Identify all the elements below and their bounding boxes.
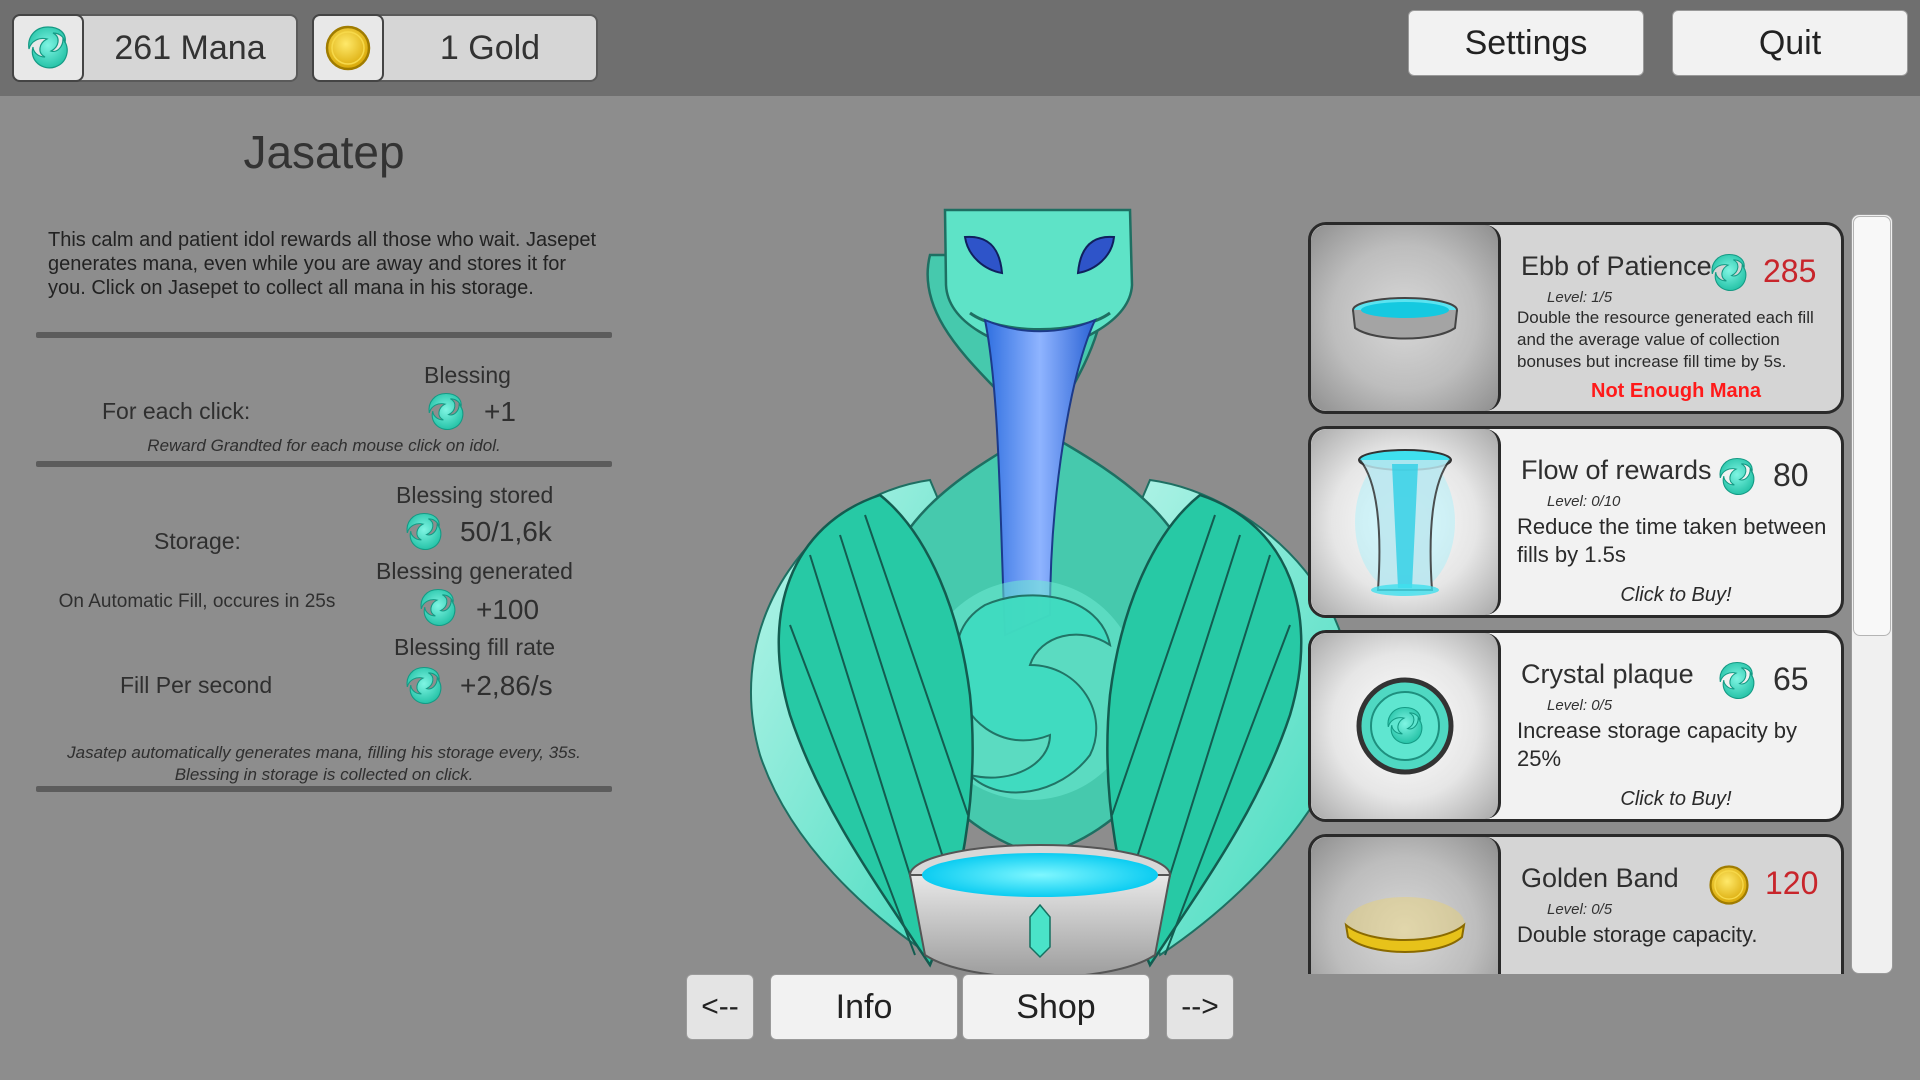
item-name: Crystal plaque xyxy=(1521,659,1694,689)
item-price: 285 xyxy=(1763,253,1817,289)
fill-rate-value: +2,86/s xyxy=(460,670,553,701)
mana-swirl-icon xyxy=(23,23,73,73)
item-status: Click to Buy! xyxy=(1620,584,1732,606)
item-description: Double the resource generated each fill … xyxy=(1517,308,1814,371)
top-bar: 261 Mana 1 Gold Settings Quit xyxy=(0,0,1920,96)
storage-label: Storage: xyxy=(154,528,241,554)
info-tab-button[interactable]: Info xyxy=(770,974,958,1040)
blessing-generated-header: Blessing generated xyxy=(376,558,573,584)
mana-swirl-icon xyxy=(1715,455,1759,499)
divider xyxy=(36,332,612,338)
item-level: Level: 1/5 xyxy=(1547,289,1613,306)
item-description: Double storage capacity. xyxy=(1517,922,1758,947)
shop-item-flow-of-rewards[interactable]: Flow of rewards 80 Level: 0/10 Reduce th… xyxy=(1308,426,1844,618)
crystal-plaque-icon xyxy=(1356,677,1453,775)
click-reward-value: +1 xyxy=(484,396,516,427)
click-note: Reward Grandted for each mouse click on … xyxy=(147,436,501,455)
mana-swirl-icon xyxy=(416,586,460,630)
item-name: Ebb of Patience xyxy=(1521,251,1712,281)
item-name: Golden Band xyxy=(1521,863,1679,893)
previous-idol-button[interactable]: <-- xyxy=(686,974,754,1040)
shop-list: Ebb of Patience 285 Level: 1/5 Double th… xyxy=(1308,222,1844,974)
generated-value: +100 xyxy=(476,594,540,625)
storage-value: 50/1,6k xyxy=(460,516,552,547)
item-thumbnail xyxy=(1311,429,1501,615)
shop-item-crystal-plaque[interactable]: Crystal plaque 65 Level: 0/5 Increase st… xyxy=(1308,630,1844,822)
mana-icon-box xyxy=(12,14,84,82)
click-label: For each click: xyxy=(102,398,251,424)
settings-button[interactable]: Settings xyxy=(1408,10,1644,76)
gold-coin-icon xyxy=(323,23,373,73)
flow-pillar-icon xyxy=(1354,449,1455,596)
shop-item-ebb-of-patience[interactable]: Ebb of Patience 285 Level: 1/5 Double th… xyxy=(1308,222,1844,414)
idol-description: This calm and patient idol rewards all t… xyxy=(48,229,597,299)
item-price: 120 xyxy=(1765,865,1819,901)
quit-button[interactable]: Quit xyxy=(1672,10,1908,76)
jasatep-idol[interactable] xyxy=(700,195,1380,985)
mana-amount: 261 Mana xyxy=(114,28,266,67)
item-level: Level: 0/10 xyxy=(1547,493,1621,510)
divider xyxy=(36,461,612,467)
next-idol-button[interactable]: --> xyxy=(1166,974,1234,1040)
mana-swirl-icon xyxy=(1707,251,1751,295)
shop-scrollbar-thumb[interactable] xyxy=(1853,216,1891,636)
mana-swirl-icon xyxy=(402,510,446,554)
gold-coin-icon xyxy=(1707,863,1751,907)
auto-fill-label: On Automatic Fill, occures in 25s xyxy=(58,591,336,612)
shop-item-golden-band[interactable]: Golden Band 120 Level: 0/5 Double storag… xyxy=(1308,834,1844,974)
auto-generation-note: Jasatep automatically generates mana, fi… xyxy=(67,743,581,784)
ebb-bowl-icon xyxy=(1351,297,1458,340)
item-thumbnail xyxy=(1311,633,1501,819)
gold-counter: 1 Gold xyxy=(312,14,598,82)
item-description: Increase storage capacity by 25% xyxy=(1517,718,1798,771)
mana-swirl-icon xyxy=(1715,659,1759,703)
divider xyxy=(36,786,612,792)
mana-swirl-icon xyxy=(424,390,468,434)
idol-title: Jasatep xyxy=(243,126,405,178)
fill-rate-header: Blessing fill rate xyxy=(394,634,556,660)
fill-per-second-label: Fill Per second xyxy=(120,672,273,698)
blessing-header: Blessing xyxy=(424,362,511,388)
golden-band-icon xyxy=(1344,897,1465,953)
blessing-stored-header: Blessing stored xyxy=(396,482,554,508)
mana-counter: 261 Mana xyxy=(12,14,298,82)
mana-swirl-icon xyxy=(402,664,446,708)
gold-icon-box xyxy=(312,14,384,82)
item-level: Level: 0/5 xyxy=(1547,901,1613,918)
shop-tab-button[interactable]: Shop xyxy=(962,974,1150,1040)
item-description: Reduce the time taken between fills by 1… xyxy=(1517,514,1827,567)
item-thumbnail xyxy=(1311,225,1501,411)
item-name: Flow of rewards xyxy=(1521,455,1712,485)
item-status: Not Enough Mana xyxy=(1591,380,1761,402)
item-price: 80 xyxy=(1773,457,1809,493)
gold-amount: 1 Gold xyxy=(439,28,541,67)
item-status: Click to Buy! xyxy=(1620,788,1732,810)
item-price: 65 xyxy=(1773,661,1809,697)
item-thumbnail xyxy=(1311,837,1501,974)
item-level: Level: 0/5 xyxy=(1547,697,1613,714)
